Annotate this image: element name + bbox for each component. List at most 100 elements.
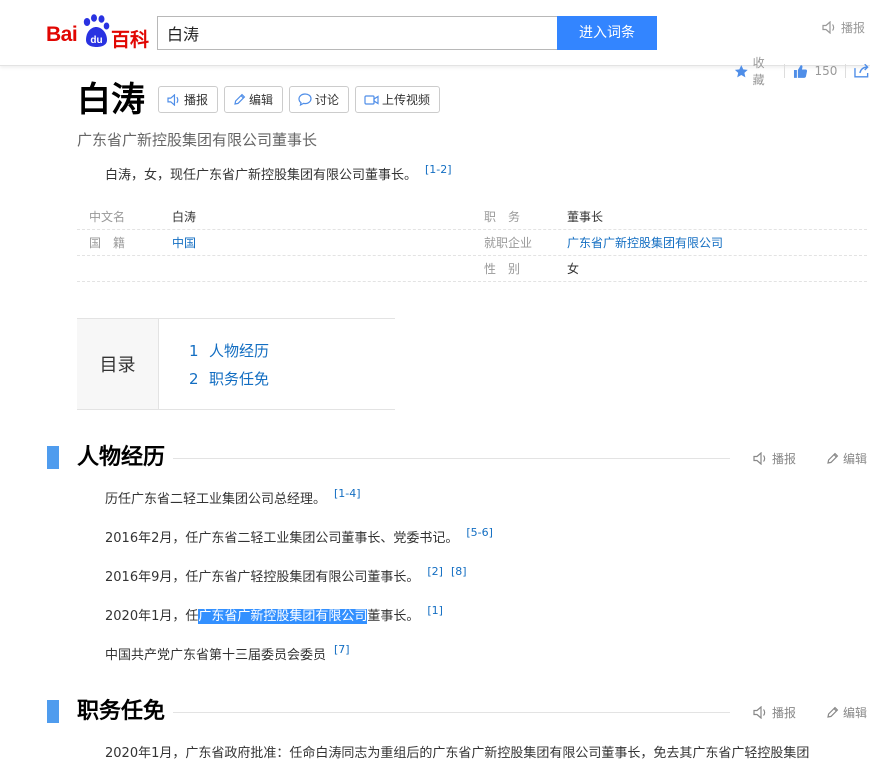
info-key: 就职企业: [484, 236, 533, 250]
top-header: Bai du 百科 进入词条 播报: [0, 0, 870, 66]
pencil-icon: [827, 452, 839, 464]
like-count: 150: [814, 64, 838, 78]
logo-text-bai: Bai: [46, 23, 78, 46]
info-key: [77, 256, 172, 281]
selected-text-highlight[interactable]: 广东省广新控股集团有限公司: [198, 609, 368, 624]
toc-list: 1 人物经历 2 职务任免: [159, 319, 269, 409]
section-edit-button[interactable]: 编辑: [826, 704, 867, 721]
info-row: 中文名 白涛 职 务 董事长: [77, 204, 867, 230]
section-report-button[interactable]: 播报: [753, 704, 796, 721]
discuss-label: 讨论: [315, 93, 340, 107]
comment-icon: [298, 93, 312, 106]
info-key: 国 籍: [89, 236, 126, 250]
info-key: 性 别: [484, 262, 521, 276]
paragraph: 2016年2月，任广东省二轻工业集团公司董事长、党委书记。 [5-6]: [105, 526, 493, 546]
upload-video-button[interactable]: 上传视频: [355, 86, 441, 113]
table-of-contents: 目录 1 人物经历 2 职务任免: [77, 318, 395, 410]
svg-text:du: du: [90, 35, 102, 46]
info-row: 性 别女: [77, 256, 867, 282]
paragraph-text: 董事长。: [367, 609, 420, 624]
report-label: 播报: [184, 93, 209, 107]
info-key: 职 务: [484, 210, 521, 224]
paragraph: 历任广东省二轻工业集团公司总经理。 [1-4]: [105, 487, 361, 507]
basic-info-table: 中文名 白涛 职 务 董事长 国 籍 中国 就职企业 广东省广新控股集团有限公司 性 别…: [77, 204, 867, 282]
toc-item[interactable]: 1 人物经历: [189, 337, 269, 365]
speaker-icon: [753, 706, 766, 719]
section-edit-label: 编辑: [843, 452, 868, 466]
toc-label: 人物经历: [209, 342, 270, 360]
edit-label: 编辑: [249, 93, 274, 107]
paragraph: 2020年1月，广东省政府批准：任命白涛同志为重组后的广东省广新控股集团有限公司…: [105, 742, 867, 761]
paragraph: 2020年1月，任广东省广新控股集团有限公司董事长。 [1]: [105, 604, 443, 624]
paragraph-text: 2020年1月，广东省政府批准：任命白涛同志为重组后的广东省广新控股集团有限公司…: [105, 746, 810, 761]
section-header-career: 人物经历 播报 编辑: [47, 443, 870, 473]
section-accent-bar: [47, 700, 59, 723]
entry-stats: 收藏 150: [734, 56, 870, 87]
enter-entry-button[interactable]: 进入词条: [557, 16, 657, 50]
pencil-icon: [827, 706, 839, 718]
citation-link[interactable]: [1-2]: [425, 163, 452, 176]
report-button[interactable]: 播报: [158, 86, 219, 113]
employer-link[interactable]: 广东省广新控股集团有限公司: [567, 230, 723, 255]
section-edit-label: 编辑: [843, 706, 868, 720]
star-icon: [734, 64, 748, 77]
toc-heading: 目录: [77, 319, 159, 409]
summary-text: 白涛，女，现任广东省广新控股集团有限公司董事长。: [105, 168, 418, 183]
header-report-button[interactable]: 播报: [822, 19, 865, 36]
citation-link[interactable]: [8]: [451, 565, 467, 578]
citation-link[interactable]: [7]: [334, 643, 350, 656]
paragraph-text: 2016年9月，任广东省广轻控股集团有限公司董事长。: [105, 570, 420, 585]
logo-text-baike: 百科: [111, 29, 150, 51]
section-report-label: 播报: [772, 706, 797, 720]
paragraph: 中国共产党广东省第十三届委员会委员 [7]: [105, 643, 350, 663]
citation-link[interactable]: [2]: [427, 565, 443, 578]
share-icon[interactable]: [854, 64, 870, 78]
citation-link[interactable]: [1]: [427, 604, 443, 617]
stats-divider: [845, 64, 847, 78]
section-report-label: 播报: [772, 452, 797, 466]
pencil-icon: [234, 93, 246, 105]
citation-link[interactable]: [5-6]: [466, 526, 493, 539]
toc-label: 职务任免: [209, 370, 270, 388]
speaker-icon: [822, 21, 835, 34]
search-input[interactable]: [158, 17, 558, 49]
paw-logo-icon: du: [83, 14, 110, 47]
header-report-label: 播报: [841, 21, 866, 35]
entry-subtitle: 广东省广新控股集团有限公司董事长: [77, 131, 318, 149]
toc-item[interactable]: 2 职务任免: [189, 365, 269, 393]
toc-number: 1: [189, 342, 199, 360]
paragraph-text: 中国共产党广东省第十三届委员会委员: [105, 648, 327, 663]
speaker-icon: [753, 452, 766, 465]
entry-summary: 白涛，女，现任广东省广新控股集团有限公司董事长。 [1-2]: [105, 163, 452, 183]
stats-divider: [783, 64, 785, 78]
speaker-icon: [167, 93, 179, 106]
section-title: 人物经历: [77, 443, 174, 473]
discuss-button[interactable]: 讨论: [289, 86, 350, 113]
section-edit-button[interactable]: 编辑: [826, 450, 867, 467]
info-value: 女: [567, 262, 580, 276]
thumbs-up-icon[interactable]: [793, 64, 808, 79]
section-header-appointments: 职务任免 播报 编辑: [47, 697, 870, 727]
info-value: 董事长: [567, 210, 604, 224]
toc-number: 2: [189, 370, 199, 388]
section-divider: [172, 458, 730, 459]
entry-toolbar: 播报 编辑 讨论 上传视频: [158, 86, 441, 113]
upload-video-label: 上传视频: [382, 93, 431, 107]
section-divider: [172, 712, 730, 713]
edit-button[interactable]: 编辑: [224, 86, 284, 113]
paragraph: 2016年9月，任广东省广轻控股集团有限公司董事长。 [2] [8]: [105, 565, 467, 585]
search-box: [157, 16, 558, 50]
info-key: 中文名: [89, 210, 126, 224]
section-report-button[interactable]: 播报: [753, 450, 796, 467]
paragraph-text: 2020年1月，任: [105, 609, 199, 624]
video-icon: [364, 94, 379, 105]
favorite-button[interactable]: 收藏: [753, 54, 776, 88]
entry-title: 白涛: [77, 80, 145, 120]
paragraph-text: 2016年2月，任广东省二轻工业集团公司董事长、党委书记。: [105, 531, 459, 546]
baidu-baike-logo[interactable]: Bai du 百科: [46, 14, 150, 51]
nationality-link[interactable]: 中国: [172, 230, 196, 255]
section-accent-bar: [47, 446, 59, 469]
citation-link[interactable]: [1-4]: [334, 487, 361, 500]
paragraph-text: 历任广东省二轻工业集团公司总经理。: [105, 492, 327, 507]
info-value: 白涛: [172, 210, 197, 224]
